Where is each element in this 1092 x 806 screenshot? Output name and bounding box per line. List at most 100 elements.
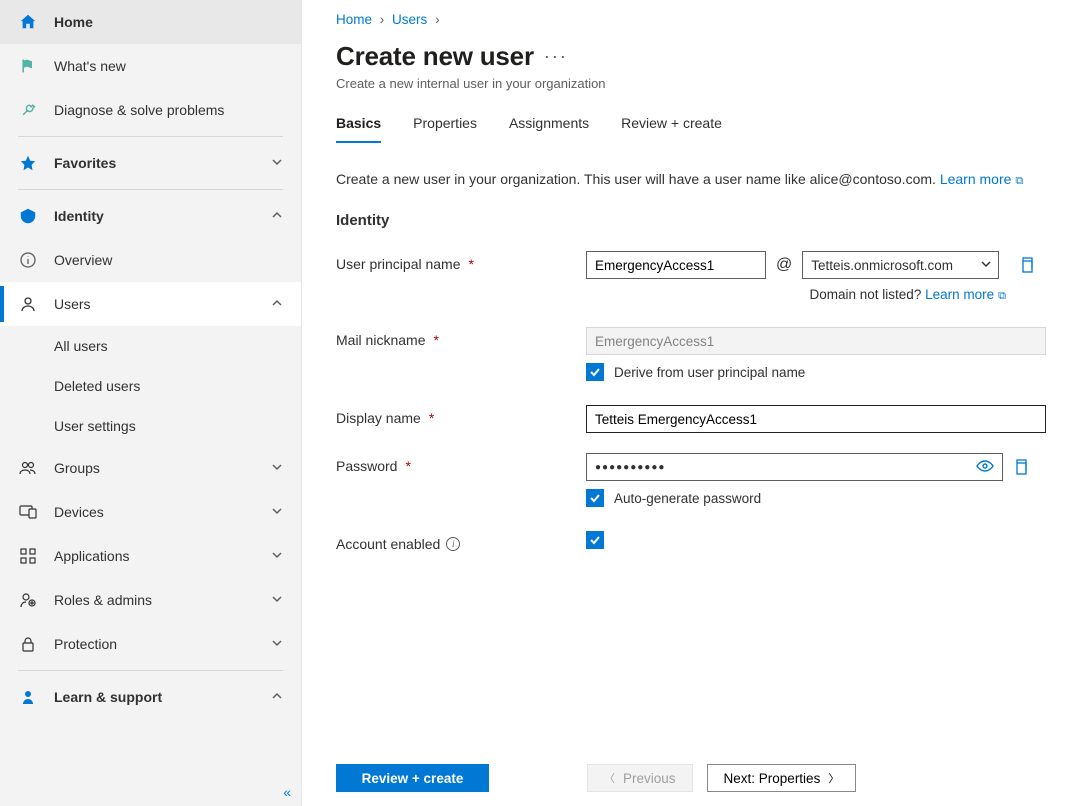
sidebar-label: Favorites <box>54 155 116 171</box>
upn-domain-select[interactable]: Tetteis.onmicrosoft.com <box>802 251 999 279</box>
sidebar-item-deleted-users[interactable]: Deleted users <box>0 366 301 406</box>
sidebar-item-identity[interactable]: Identity <box>0 194 301 238</box>
main-content: Home › Users › Create new user ··· Creat… <box>302 0 1092 806</box>
tab-assignments[interactable]: Assignments <box>509 115 589 143</box>
collapse-sidebar-button[interactable]: « <box>283 784 291 800</box>
chevron-down-icon <box>271 549 283 564</box>
sidebar-item-groups[interactable]: Groups <box>0 446 301 490</box>
sidebar[interactable]: Home What's new Diagnose & solve problem… <box>0 0 302 806</box>
sidebar-label: Identity <box>54 208 104 224</box>
label-mail-nickname: Mail nickname* <box>336 327 586 348</box>
more-actions-button[interactable]: ··· <box>544 46 568 67</box>
chevron-down-icon <box>271 637 283 652</box>
label-password: Password* <box>336 453 586 474</box>
tab-review[interactable]: Review + create <box>621 115 722 143</box>
sidebar-item-user-settings[interactable]: User settings <box>0 406 301 446</box>
divider <box>18 189 283 190</box>
sidebar-item-protection[interactable]: Protection <box>0 622 301 666</box>
chevron-down-icon <box>980 258 992 273</box>
sidebar-label: Roles & admins <box>54 592 152 608</box>
copy-password-button[interactable] <box>1011 457 1031 477</box>
chevron-up-icon <box>271 209 283 224</box>
sidebar-item-overview[interactable]: Overview <box>0 238 301 282</box>
home-icon <box>18 12 38 32</box>
sidebar-item-favorites[interactable]: Favorites <box>0 141 301 185</box>
sidebar-label: Diagnose & solve problems <box>54 102 224 118</box>
domain-not-listed-hint: Domain not listed? Learn more⧉ <box>336 287 1058 303</box>
auto-generate-checkbox[interactable] <box>586 489 604 507</box>
groups-icon <box>18 458 38 478</box>
external-link-icon: ⧉ <box>998 290 1006 302</box>
page-subtitle: Create a new internal user in your organ… <box>336 76 1058 91</box>
previous-button: 〈Previous <box>587 764 693 792</box>
sidebar-item-all-users[interactable]: All users <box>0 326 301 366</box>
intro-text-content: Create a new user in your organization. … <box>336 171 936 187</box>
sidebar-item-diagnose[interactable]: Diagnose & solve problems <box>0 88 301 132</box>
tab-basics[interactable]: Basics <box>336 115 381 143</box>
lock-icon <box>18 634 38 654</box>
chevron-up-icon <box>271 297 283 312</box>
sidebar-label: What's new <box>54 58 126 74</box>
chevron-up-icon <box>271 690 283 705</box>
tab-properties[interactable]: Properties <box>413 115 477 143</box>
sidebar-label: Overview <box>54 252 112 268</box>
sidebar-item-roles[interactable]: Roles & admins <box>0 578 301 622</box>
copy-upn-button[interactable] <box>1017 255 1037 275</box>
breadcrumb-users[interactable]: Users <box>392 12 427 27</box>
section-identity-heading: Identity <box>336 212 1058 229</box>
apps-icon <box>18 546 38 566</box>
learn-more-link[interactable]: Learn more⧉ <box>940 171 1023 187</box>
sidebar-item-home[interactable]: Home <box>0 0 301 44</box>
info-icon <box>18 250 38 270</box>
breadcrumb-separator: › <box>435 12 440 27</box>
domain-learn-more-link[interactable]: Learn more⧉ <box>925 287 1006 302</box>
upn-username-input[interactable] <box>586 251 766 279</box>
sidebar-item-applications[interactable]: Applications <box>0 534 301 578</box>
footer-actions: Review + create 〈Previous Next: Properti… <box>302 752 1092 806</box>
display-name-input[interactable] <box>586 405 1046 433</box>
user-icon <box>18 294 38 314</box>
tabs: Basics Properties Assignments Review + c… <box>336 115 1058 143</box>
password-mask: ●●●●●●●●●● <box>595 462 976 473</box>
breadcrumb: Home › Users › <box>336 12 1058 27</box>
password-input[interactable]: ●●●●●●●●●● <box>586 453 1003 481</box>
star-icon <box>18 153 38 173</box>
chevron-down-icon <box>271 505 283 520</box>
derive-checkbox-label: Derive from user principal name <box>614 365 805 380</box>
sidebar-item-learn-support[interactable]: Learn & support <box>0 675 301 719</box>
upn-domain-value: Tetteis.onmicrosoft.com <box>811 258 980 273</box>
label-account-enabled: Account enabled i <box>336 531 586 552</box>
sidebar-sublabel: User settings <box>54 418 136 434</box>
derive-checkbox[interactable] <box>586 363 604 381</box>
chevron-right-icon: 〉 <box>828 770 839 786</box>
support-icon <box>18 687 38 707</box>
page-title: Create new user <box>336 41 534 72</box>
info-icon[interactable]: i <box>446 537 460 551</box>
sidebar-label: Home <box>54 14 93 30</box>
sidebar-label: Groups <box>54 460 100 476</box>
devices-icon <box>18 502 38 522</box>
chevron-down-icon <box>271 593 283 608</box>
account-enabled-checkbox[interactable] <box>586 531 604 549</box>
sidebar-sublabel: All users <box>54 338 108 354</box>
sidebar-item-users[interactable]: Users <box>0 282 301 326</box>
breadcrumb-home[interactable]: Home <box>336 12 372 27</box>
sidebar-label: Learn & support <box>54 689 162 705</box>
sidebar-label: Users <box>54 296 91 312</box>
show-password-button[interactable] <box>976 460 994 475</box>
review-create-button[interactable]: Review + create <box>336 764 489 792</box>
roles-icon <box>18 590 38 610</box>
sidebar-item-devices[interactable]: Devices <box>0 490 301 534</box>
divider <box>18 136 283 137</box>
sidebar-sublabel: Deleted users <box>54 378 140 394</box>
mail-nickname-input <box>586 327 1046 355</box>
identity-icon <box>18 206 38 226</box>
sidebar-item-whats-new[interactable]: What's new <box>0 44 301 88</box>
chevron-down-icon <box>271 461 283 476</box>
sidebar-label: Applications <box>54 548 130 564</box>
wrench-icon <box>18 100 38 120</box>
intro-text: Create a new user in your organization. … <box>336 171 1058 188</box>
auto-generate-label: Auto-generate password <box>614 491 761 506</box>
label-display-name: Display name* <box>336 405 586 426</box>
next-button[interactable]: Next: Properties〉 <box>707 764 857 792</box>
